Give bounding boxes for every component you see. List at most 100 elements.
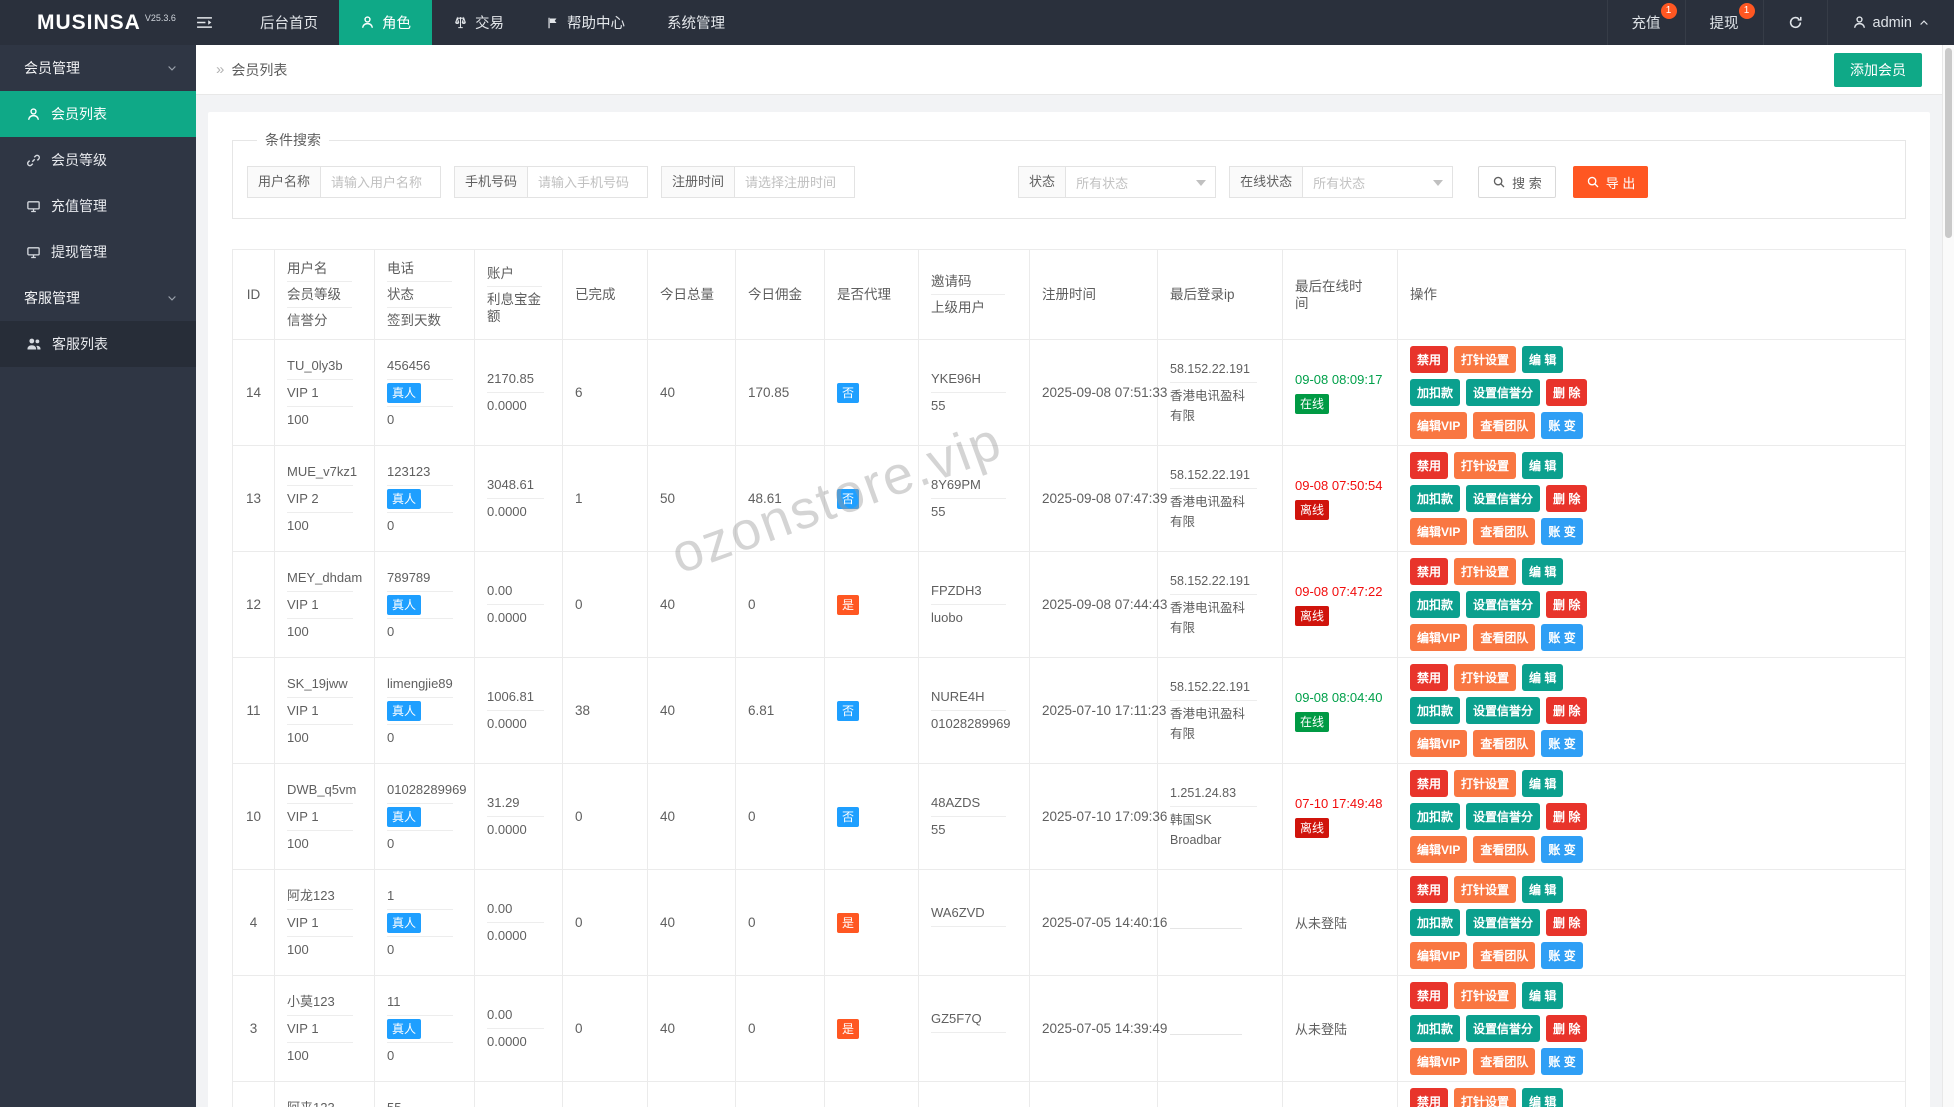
action-set-credit-button[interactable]: 设置信誉分 <box>1466 591 1541 618</box>
action-edit-vip-button[interactable]: 编辑VIP <box>1410 730 1468 757</box>
action-adjust-funds-button[interactable]: 加扣款 <box>1410 379 1461 406</box>
cell-line: 100 <box>287 617 354 645</box>
nav-item-home[interactable]: 后台首页 <box>239 0 339 45</box>
sidebar-item-service-list[interactable]: 客服列表 <box>0 321 196 367</box>
action-disable-button[interactable]: 禁用 <box>1410 558 1449 585</box>
action-edit-vip-button[interactable]: 编辑VIP <box>1410 518 1468 545</box>
action-account-change-button[interactable]: 账 变 <box>1541 942 1583 969</box>
table-row: 2阿来123VIP 110055真人0311.130.00000400是AME7… <box>232 1081 1906 1107</box>
action-account-change-button[interactable]: 账 变 <box>1541 836 1583 863</box>
action-edit-button[interactable]: 编 辑 <box>1522 558 1564 585</box>
cell-actions: 禁用打针设置编 辑加扣款设置信誉分删 除编辑VIP查看团队账 变 <box>1397 551 1906 658</box>
action-disable-button[interactable]: 禁用 <box>1410 346 1449 373</box>
action-edit-button[interactable]: 编 辑 <box>1522 876 1564 903</box>
action-delete-button[interactable]: 删 除 <box>1546 909 1588 936</box>
filter-select-online-status[interactable]: 所有状态 <box>1303 166 1454 198</box>
action-adjust-funds-button[interactable]: 加扣款 <box>1410 591 1461 618</box>
search-legend: 条件搜索 <box>265 132 321 148</box>
sidebar-item-member-list[interactable]: 会员列表 <box>0 91 196 137</box>
action-disable-button[interactable]: 禁用 <box>1410 664 1449 691</box>
action-delete-button[interactable]: 删 除 <box>1546 1015 1588 1042</box>
action-delete-button[interactable]: 删 除 <box>1546 591 1588 618</box>
action-edit-button[interactable]: 编 辑 <box>1522 452 1564 479</box>
action-edit-button[interactable]: 编 辑 <box>1522 982 1564 1009</box>
add-member-button[interactable]: 添加会员 <box>1834 52 1922 87</box>
action-inject-setting-button[interactable]: 打针设置 <box>1454 346 1517 373</box>
action-set-credit-button[interactable]: 设置信誉分 <box>1466 697 1541 724</box>
recharge-nav-button[interactable]: 充值 1 <box>1606 0 1685 45</box>
action-inject-setting-button[interactable]: 打针设置 <box>1454 982 1517 1009</box>
action-inject-setting-button[interactable]: 打针设置 <box>1454 770 1517 797</box>
action-inject-setting-button[interactable]: 打针设置 <box>1454 452 1517 479</box>
action-account-change-button[interactable]: 账 变 <box>1541 518 1583 545</box>
action-edit-button[interactable]: 编 辑 <box>1522 1088 1564 1107</box>
export-button[interactable]: 导 出 <box>1572 166 1649 198</box>
action-inject-setting-button[interactable]: 打针设置 <box>1454 558 1517 585</box>
action-view-team-button[interactable]: 查看团队 <box>1473 518 1536 545</box>
action-account-change-button[interactable]: 账 变 <box>1541 730 1583 757</box>
scrollbar-thumb[interactable] <box>1945 48 1952 238</box>
refresh-button[interactable] <box>1762 0 1827 45</box>
nav-item-trade[interactable]: 交易 <box>432 0 525 45</box>
action-edit-vip-button[interactable]: 编辑VIP <box>1410 412 1468 439</box>
action-edit-button[interactable]: 编 辑 <box>1522 770 1564 797</box>
filter-input-phone[interactable] <box>528 166 649 198</box>
sidebar-group-service-management[interactable]: 客服管理 <box>0 275 196 321</box>
admin-user-menu[interactable]: admin <box>1826 0 1954 45</box>
action-delete-button[interactable]: 删 除 <box>1546 485 1588 512</box>
action-delete-button[interactable]: 删 除 <box>1546 379 1588 406</box>
action-inject-setting-button[interactable]: 打针设置 <box>1454 664 1517 691</box>
action-delete-button[interactable]: 删 除 <box>1546 697 1588 724</box>
action-disable-button[interactable]: 禁用 <box>1410 982 1449 1009</box>
action-edit-vip-button[interactable]: 编辑VIP <box>1410 836 1468 863</box>
withdraw-nav-button[interactable]: 提现 1 <box>1684 0 1763 45</box>
cell-line: 阿龙123 <box>287 887 335 903</box>
cell-line: 58.152.22.191 <box>1170 468 1250 482</box>
nav-item-help[interactable]: 帮助中心 <box>525 0 646 45</box>
cell-stack: 0.00 0.0000 <box>487 578 544 631</box>
action-view-team-button[interactable]: 查看团队 <box>1473 1048 1536 1075</box>
sidebar-group-member-management[interactable]: 会员管理 <box>0 45 196 91</box>
action-edit-vip-button[interactable]: 编辑VIP <box>1410 942 1468 969</box>
action-inject-setting-button[interactable]: 打针设置 <box>1454 876 1517 903</box>
action-disable-button[interactable]: 禁用 <box>1410 876 1449 903</box>
action-set-credit-button[interactable]: 设置信誉分 <box>1466 803 1541 830</box>
filter-input-username[interactable] <box>321 166 442 198</box>
action-adjust-funds-button[interactable]: 加扣款 <box>1410 485 1461 512</box>
action-set-credit-button[interactable]: 设置信誉分 <box>1466 1015 1541 1042</box>
sidebar-item-withdraw-management[interactable]: 提现管理 <box>0 229 196 275</box>
search-button[interactable]: 搜 索 <box>1478 166 1556 198</box>
action-account-change-button[interactable]: 账 变 <box>1541 412 1583 439</box>
action-inject-setting-button[interactable]: 打针设置 <box>1454 1088 1517 1107</box>
action-view-team-button[interactable]: 查看团队 <box>1473 624 1536 651</box>
action-disable-button[interactable]: 禁用 <box>1410 1088 1449 1107</box>
action-edit-vip-button[interactable]: 编辑VIP <box>1410 624 1468 651</box>
action-disable-button[interactable]: 禁用 <box>1410 770 1449 797</box>
action-view-team-button[interactable]: 查看团队 <box>1473 942 1536 969</box>
action-delete-button[interactable]: 删 除 <box>1546 803 1588 830</box>
sidebar-item-member-level[interactable]: 会员等级 <box>0 137 196 183</box>
action-adjust-funds-button[interactable]: 加扣款 <box>1410 909 1461 936</box>
sidebar-toggle-button[interactable] <box>170 0 239 45</box>
action-edit-button[interactable]: 编 辑 <box>1522 346 1564 373</box>
action-adjust-funds-button[interactable]: 加扣款 <box>1410 697 1461 724</box>
action-account-change-button[interactable]: 账 变 <box>1541 624 1583 651</box>
cell-line: 100 <box>287 511 354 539</box>
action-view-team-button[interactable]: 查看团队 <box>1473 836 1536 863</box>
action-set-credit-button[interactable]: 设置信誉分 <box>1466 379 1541 406</box>
nav-item-system[interactable]: 系统管理 <box>646 0 746 45</box>
filter-input-reg-time[interactable] <box>735 166 856 198</box>
action-edit-vip-button[interactable]: 编辑VIP <box>1410 1048 1468 1075</box>
nav-item-role[interactable]: 角色 <box>339 0 432 45</box>
action-set-credit-button[interactable]: 设置信誉分 <box>1466 485 1541 512</box>
action-set-credit-button[interactable]: 设置信誉分 <box>1466 909 1541 936</box>
action-disable-button[interactable]: 禁用 <box>1410 452 1449 479</box>
action-view-team-button[interactable]: 查看团队 <box>1473 730 1536 757</box>
action-adjust-funds-button[interactable]: 加扣款 <box>1410 803 1461 830</box>
action-adjust-funds-button[interactable]: 加扣款 <box>1410 1015 1461 1042</box>
filter-select-status[interactable]: 所有状态 <box>1066 166 1217 198</box>
action-view-team-button[interactable]: 查看团队 <box>1473 412 1536 439</box>
action-account-change-button[interactable]: 账 变 <box>1541 1048 1583 1075</box>
sidebar-item-recharge-management[interactable]: 充值管理 <box>0 183 196 229</box>
action-edit-button[interactable]: 编 辑 <box>1522 664 1564 691</box>
